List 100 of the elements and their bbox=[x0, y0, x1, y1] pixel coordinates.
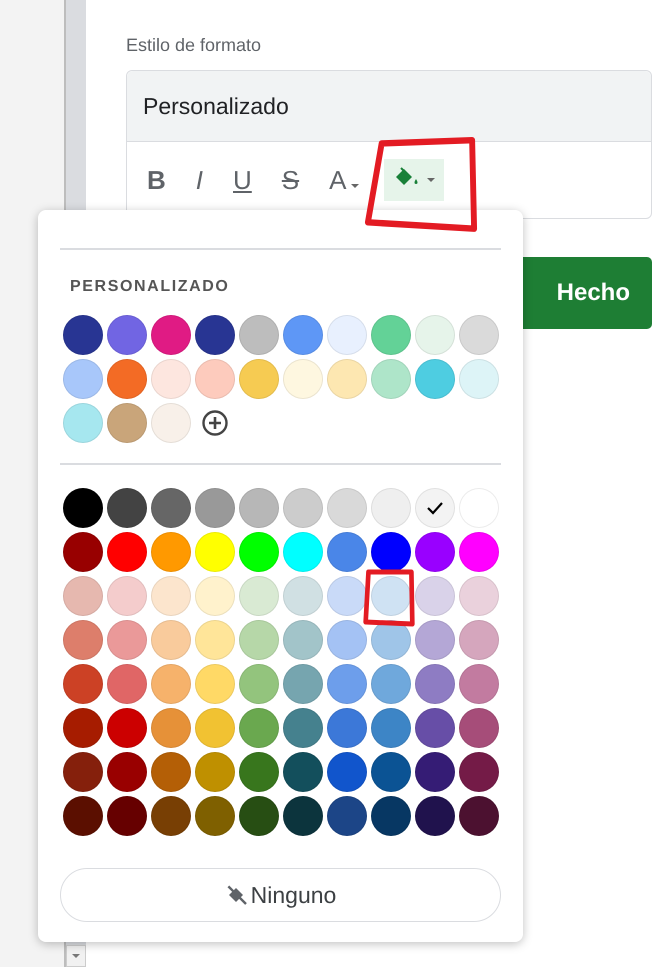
color-swatch[interactable] bbox=[63, 315, 103, 355]
color-swatch[interactable] bbox=[371, 576, 411, 616]
color-swatch[interactable] bbox=[107, 532, 147, 572]
color-swatch[interactable] bbox=[283, 576, 323, 616]
color-swatch[interactable] bbox=[63, 664, 103, 704]
color-swatch[interactable] bbox=[151, 315, 191, 355]
color-swatch[interactable] bbox=[107, 359, 147, 399]
color-swatch[interactable] bbox=[195, 488, 235, 528]
color-swatch[interactable] bbox=[371, 796, 411, 836]
text-color-button[interactable]: A bbox=[323, 160, 366, 200]
color-swatch[interactable] bbox=[107, 315, 147, 355]
color-swatch[interactable] bbox=[283, 752, 323, 792]
color-swatch[interactable] bbox=[151, 620, 191, 660]
color-swatch[interactable] bbox=[239, 532, 279, 572]
color-swatch[interactable] bbox=[415, 488, 455, 528]
color-swatch[interactable] bbox=[283, 664, 323, 704]
color-swatch[interactable] bbox=[239, 752, 279, 792]
color-swatch[interactable] bbox=[415, 796, 455, 836]
color-swatch[interactable] bbox=[459, 664, 499, 704]
color-swatch[interactable] bbox=[327, 359, 367, 399]
color-swatch[interactable] bbox=[459, 752, 499, 792]
color-swatch[interactable] bbox=[371, 532, 411, 572]
format-preset-field[interactable]: Personalizado bbox=[127, 71, 651, 142]
color-swatch[interactable] bbox=[195, 576, 235, 616]
color-swatch[interactable] bbox=[327, 488, 367, 528]
color-swatch[interactable] bbox=[63, 796, 103, 836]
underline-button[interactable]: U bbox=[227, 160, 258, 200]
color-swatch[interactable] bbox=[459, 532, 499, 572]
color-swatch[interactable] bbox=[195, 708, 235, 748]
color-swatch[interactable] bbox=[63, 532, 103, 572]
color-swatch[interactable] bbox=[151, 796, 191, 836]
color-swatch[interactable] bbox=[283, 708, 323, 748]
color-swatch[interactable] bbox=[371, 752, 411, 792]
no-fill-button[interactable]: Ninguno bbox=[60, 868, 501, 922]
color-swatch[interactable] bbox=[239, 664, 279, 704]
color-swatch[interactable] bbox=[107, 664, 147, 704]
fill-color-button[interactable] bbox=[384, 159, 444, 201]
color-swatch[interactable] bbox=[195, 532, 235, 572]
color-swatch[interactable] bbox=[327, 664, 367, 704]
color-swatch[interactable] bbox=[415, 315, 455, 355]
color-swatch[interactable] bbox=[151, 403, 191, 443]
color-swatch[interactable] bbox=[239, 708, 279, 748]
color-swatch[interactable] bbox=[327, 315, 367, 355]
color-swatch[interactable] bbox=[459, 359, 499, 399]
color-swatch[interactable] bbox=[371, 488, 411, 528]
color-swatch[interactable] bbox=[415, 708, 455, 748]
color-swatch[interactable] bbox=[195, 796, 235, 836]
color-swatch[interactable] bbox=[195, 664, 235, 704]
color-swatch[interactable] bbox=[107, 708, 147, 748]
color-swatch[interactable] bbox=[371, 359, 411, 399]
color-swatch[interactable] bbox=[63, 620, 103, 660]
color-swatch[interactable] bbox=[459, 796, 499, 836]
color-swatch[interactable] bbox=[195, 315, 235, 355]
color-swatch[interactable] bbox=[283, 532, 323, 572]
color-swatch[interactable] bbox=[239, 359, 279, 399]
color-swatch[interactable] bbox=[283, 315, 323, 355]
color-swatch[interactable] bbox=[283, 488, 323, 528]
color-swatch[interactable] bbox=[283, 796, 323, 836]
color-swatch[interactable] bbox=[327, 796, 367, 836]
color-swatch[interactable] bbox=[327, 752, 367, 792]
color-swatch[interactable] bbox=[107, 796, 147, 836]
color-swatch[interactable] bbox=[107, 620, 147, 660]
color-swatch[interactable] bbox=[151, 359, 191, 399]
color-swatch[interactable] bbox=[151, 752, 191, 792]
color-swatch[interactable] bbox=[239, 620, 279, 660]
color-swatch[interactable] bbox=[371, 315, 411, 355]
color-swatch[interactable] bbox=[459, 315, 499, 355]
color-swatch[interactable] bbox=[371, 708, 411, 748]
color-swatch[interactable] bbox=[63, 752, 103, 792]
color-swatch[interactable] bbox=[107, 576, 147, 616]
color-swatch[interactable] bbox=[63, 488, 103, 528]
color-swatch[interactable] bbox=[239, 488, 279, 528]
color-swatch[interactable] bbox=[107, 403, 147, 443]
bold-button[interactable]: B bbox=[141, 160, 172, 200]
color-swatch[interactable] bbox=[459, 620, 499, 660]
color-swatch[interactable] bbox=[371, 664, 411, 704]
color-swatch[interactable] bbox=[327, 620, 367, 660]
color-swatch[interactable] bbox=[415, 752, 455, 792]
color-swatch[interactable] bbox=[327, 532, 367, 572]
color-swatch[interactable] bbox=[195, 752, 235, 792]
color-swatch[interactable] bbox=[63, 708, 103, 748]
color-swatch[interactable] bbox=[327, 708, 367, 748]
color-swatch[interactable] bbox=[107, 752, 147, 792]
color-swatch[interactable] bbox=[239, 576, 279, 616]
color-swatch[interactable] bbox=[63, 359, 103, 399]
strikethrough-button[interactable]: S bbox=[276, 160, 306, 200]
color-swatch[interactable] bbox=[63, 576, 103, 616]
color-swatch[interactable] bbox=[151, 708, 191, 748]
color-swatch[interactable] bbox=[151, 576, 191, 616]
color-swatch[interactable] bbox=[151, 488, 191, 528]
color-swatch[interactable] bbox=[239, 796, 279, 836]
color-swatch[interactable] bbox=[415, 576, 455, 616]
color-swatch[interactable] bbox=[459, 576, 499, 616]
color-swatch[interactable] bbox=[327, 576, 367, 616]
color-swatch[interactable] bbox=[239, 315, 279, 355]
color-swatch[interactable] bbox=[107, 488, 147, 528]
color-swatch[interactable] bbox=[283, 359, 323, 399]
italic-button[interactable]: I bbox=[190, 160, 210, 200]
color-swatch[interactable] bbox=[283, 620, 323, 660]
color-swatch[interactable] bbox=[415, 359, 455, 399]
